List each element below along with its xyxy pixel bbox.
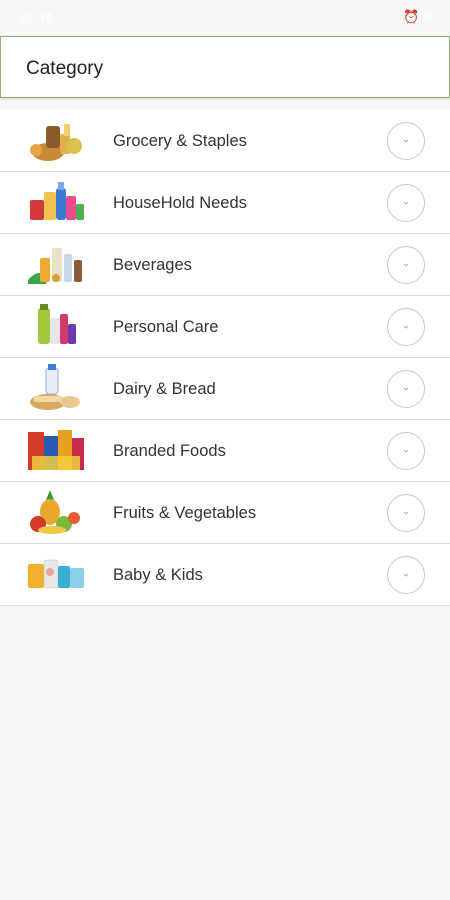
category-label: Branded Foods: [113, 442, 226, 460]
category-label: Personal Care: [113, 318, 219, 336]
category-row-dairy-bread[interactable]: Dairy & Bread: [0, 358, 450, 420]
category-label: HouseHold Needs: [113, 194, 247, 212]
household-needs-thumbnail: [30, 182, 84, 220]
category-row-household-needs[interactable]: HouseHold Needs: [0, 172, 450, 234]
category-row-personal-care[interactable]: Personal Care: [0, 296, 450, 358]
dairy-bread-thumbnail: [30, 364, 80, 410]
category-label: Dairy & Bread: [113, 380, 216, 398]
beverages-thumbnail: [28, 248, 82, 284]
grocery-staples-thumbnail: [30, 124, 82, 161]
status-bar: 10:44 ⏰ ✉: [0, 0, 450, 36]
chevron-down-icon[interactable]: [387, 246, 425, 284]
category-row-beverages[interactable]: Beverages: [0, 234, 450, 296]
category-label: Beverages: [113, 256, 192, 274]
baby-kids-thumbnail: [28, 559, 84, 589]
status-time: 10:44: [18, 10, 54, 25]
chevron-down-icon[interactable]: [387, 122, 425, 160]
category-row-fruits-vegetables[interactable]: Fruits & Vegetables: [0, 482, 450, 544]
personal-care-thumbnail: [38, 304, 76, 344]
fruits-vegetables-thumbnail: [30, 490, 80, 534]
category-row-grocery-staples[interactable]: Grocery & Staples: [0, 110, 450, 172]
category-row-branded-foods[interactable]: Branded Foods: [0, 420, 450, 482]
status-indicators: ⏰ ✉: [403, 9, 434, 24]
chevron-down-icon[interactable]: [387, 494, 425, 532]
category-list: Grocery & Staples HouseHold Needs Bevera…: [0, 110, 450, 606]
chevron-down-icon[interactable]: [387, 370, 425, 408]
branded-foods-thumbnail: [28, 430, 84, 470]
chevron-down-icon[interactable]: [387, 556, 425, 594]
category-label: Baby & Kids: [113, 566, 203, 584]
category-label: Grocery & Staples: [113, 132, 247, 150]
chevron-down-icon[interactable]: [387, 308, 425, 346]
page-title: Category: [26, 58, 104, 79]
chevron-down-icon[interactable]: [387, 184, 425, 222]
category-row-baby-kids[interactable]: Baby & Kids: [0, 544, 450, 606]
category-label: Fruits & Vegetables: [113, 504, 257, 522]
chevron-down-icon[interactable]: [387, 432, 425, 470]
category-header: Category: [0, 36, 450, 98]
